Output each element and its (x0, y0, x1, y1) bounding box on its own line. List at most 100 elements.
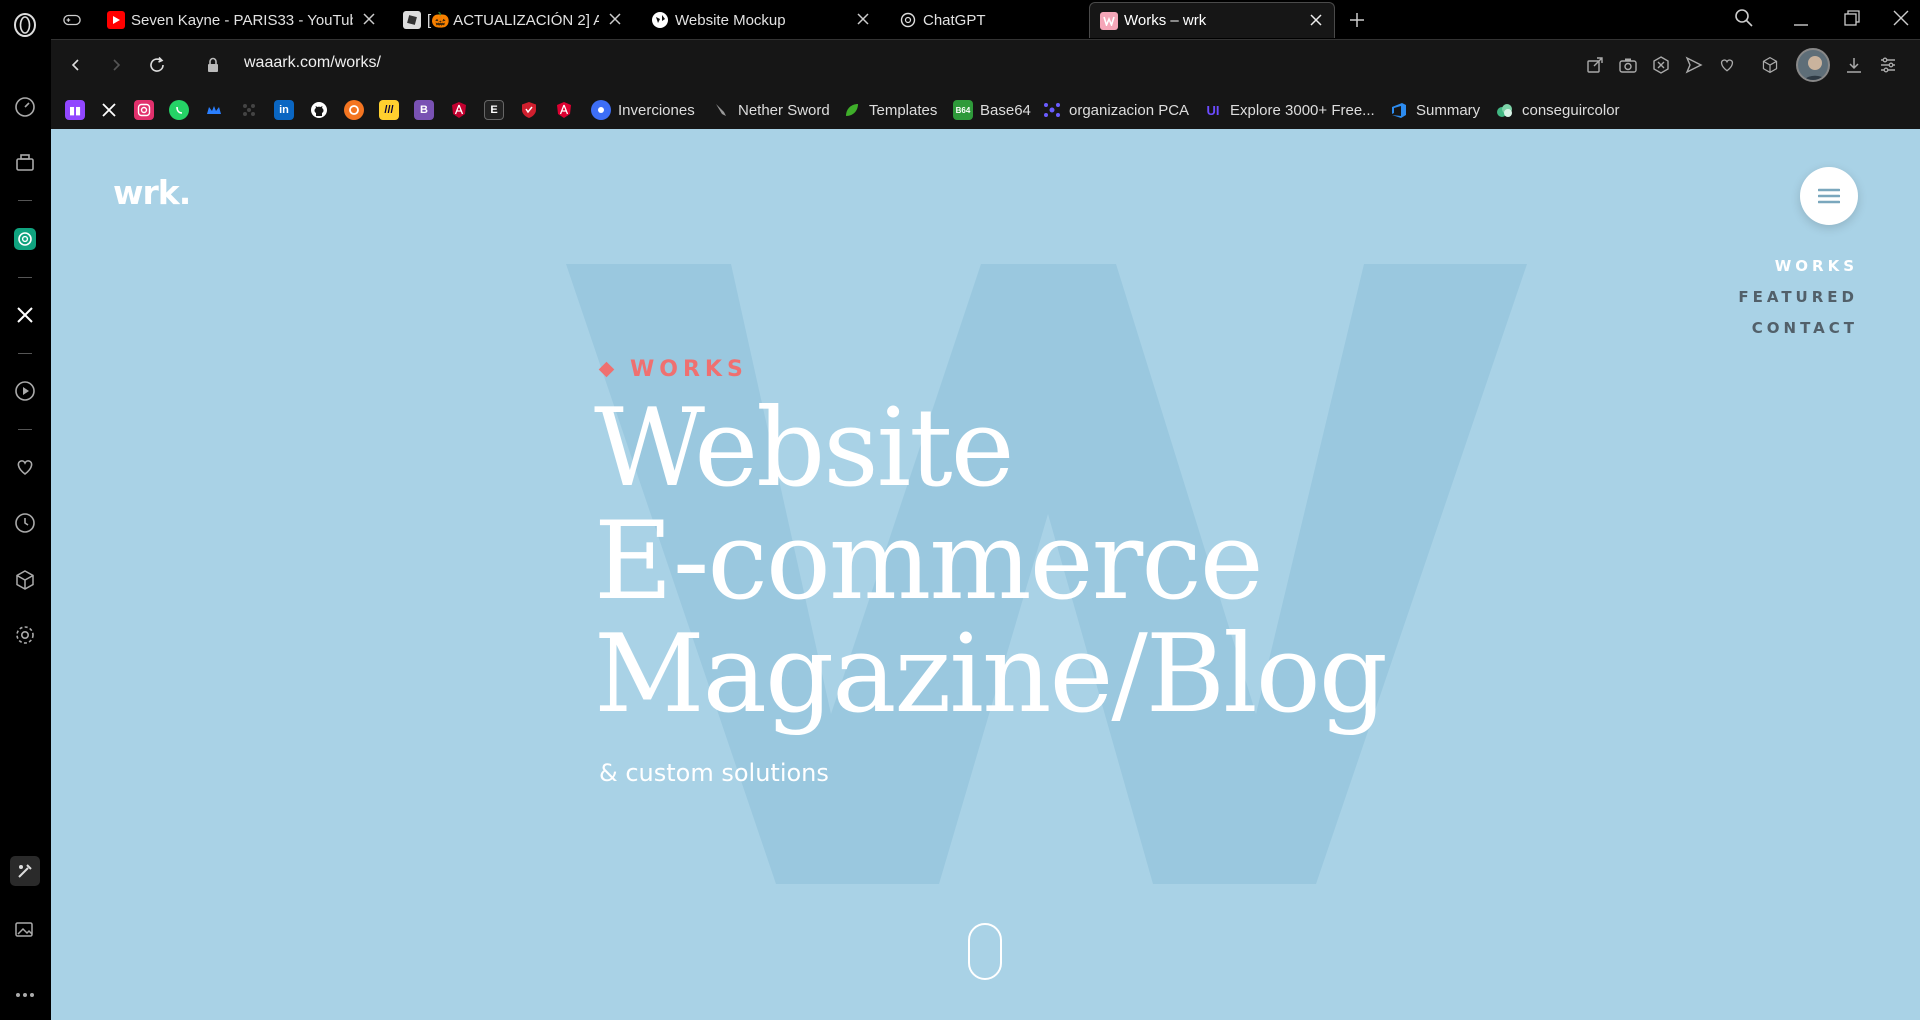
plus-icon (1350, 13, 1364, 27)
bookmark-miro[interactable]: /// (379, 99, 399, 121)
chatgpt-sidebar-icon[interactable] (12, 226, 38, 252)
leaf-icon (842, 100, 862, 120)
nav-featured[interactable]: FEATURED (1738, 288, 1858, 306)
camera-icon[interactable] (1617, 54, 1639, 76)
reload-icon (150, 56, 164, 72)
extensions-cube-icon[interactable] (12, 567, 38, 593)
lock-icon[interactable] (206, 57, 220, 73)
heart-icon[interactable] (12, 454, 38, 480)
roblox-icon (403, 11, 421, 29)
workspace-icon[interactable] (12, 150, 38, 176)
bookmark-nether-sword[interactable]: Nether Sword (711, 99, 830, 121)
gallery-icon[interactable] (12, 917, 38, 943)
back-button[interactable] (63, 52, 89, 78)
page-content: wrk. WORKS FEATURED CONTACT WORKS Websit… (51, 129, 1920, 1020)
bookmark-shield[interactable] (519, 99, 539, 121)
tab-website-mockup[interactable]: Website Mockup (641, 2, 881, 38)
bootstrap-icon: B (414, 100, 434, 120)
crown-icon (204, 100, 224, 120)
miro-icon: /// (379, 100, 399, 120)
download-icon[interactable] (1843, 54, 1865, 76)
section-eyebrow: WORKS (598, 357, 748, 382)
bookmark-angular[interactable] (554, 99, 574, 121)
bookmark-base64[interactable]: B64 Base64 (953, 99, 1031, 121)
sword-icon (711, 100, 731, 120)
bookmark-organizacion-pca[interactable]: organizacion PCA (1042, 99, 1189, 121)
extensions-icon[interactable] (1759, 54, 1781, 76)
headline-line: Website (594, 386, 1015, 511)
bookmark-label: Base64 (980, 101, 1031, 119)
bookmark-explore-3000[interactable]: UI Explore 3000+ Free... (1203, 99, 1375, 121)
send-icon[interactable] (1683, 54, 1705, 76)
forward-button[interactable] (103, 52, 129, 78)
bookmark-label: Templates (869, 101, 938, 119)
url-text[interactable]: waaark.com/works/ (244, 54, 381, 72)
nav-contact[interactable]: CONTACT (1738, 319, 1858, 337)
bookmark-angular-purple[interactable] (449, 99, 469, 121)
scroll-indicator[interactable] (968, 923, 1002, 980)
bookmark-linkedin[interactable]: in (274, 99, 294, 121)
player-icon[interactable] (12, 378, 38, 404)
tab-youtube[interactable]: Seven Kayne - PARIS33 - YouTube (97, 2, 387, 38)
more-dots-icon[interactable] (12, 982, 38, 1008)
tab-search-icon[interactable] (1734, 8, 1754, 28)
headline-line: E-commerce (594, 499, 1264, 624)
site-logo[interactable]: wrk. (113, 173, 191, 212)
ad-block-icon[interactable] (1650, 54, 1672, 76)
dots-icon (239, 100, 259, 120)
side-navigation: WORKS FEATURED CONTACT (1738, 257, 1858, 350)
angular-red-icon (554, 100, 574, 120)
bookmark-twitch[interactable]: ▮▮ (65, 99, 85, 121)
bookmark-instagram[interactable] (134, 99, 154, 121)
bookmark-crunchyroll[interactable] (344, 99, 364, 121)
bookmark-dots[interactable] (239, 99, 259, 121)
chatgpt-icon (899, 11, 917, 29)
nav-works[interactable]: WORKS (1738, 257, 1858, 275)
linkedin-icon: in (274, 100, 294, 120)
tools-icon[interactable] (10, 856, 40, 886)
tab-title: Seven Kayne - PARIS33 - YouTube (131, 11, 353, 29)
bookmark-github[interactable] (309, 99, 329, 121)
close-window-icon[interactable] (1892, 9, 1910, 27)
reload-button[interactable] (144, 52, 170, 78)
share-icon[interactable] (1584, 54, 1606, 76)
tab-title: ChatGPT (923, 11, 986, 29)
speed-dial-icon[interactable] (12, 94, 38, 120)
bookmark-notion[interactable]: E (484, 99, 504, 121)
x-sidebar-icon[interactable] (12, 302, 38, 328)
history-icon[interactable] (12, 510, 38, 536)
twitch-icon: ▮▮ (65, 100, 85, 120)
tab-works-wrk[interactable]: Works – wrk (1089, 2, 1335, 38)
close-tab-icon[interactable] (1308, 12, 1324, 28)
settings-gear-icon[interactable] (12, 622, 38, 648)
minimize-icon[interactable] (1792, 10, 1810, 28)
browser-sidebar (0, 0, 51, 1020)
bookmark-crown[interactable] (204, 99, 224, 121)
azure-devops-icon (1389, 100, 1409, 120)
back-arrow-icon (71, 59, 79, 71)
bookmark-conseguircolor[interactable]: conseguircolor (1495, 99, 1620, 121)
bookmark-bootstrap[interactable]: B (414, 99, 434, 121)
bookmark-templates[interactable]: Templates (842, 99, 937, 121)
bookmark-heart-icon[interactable] (1716, 54, 1738, 76)
tab-roblox[interactable]: [🎃 ACTUALIZACIÓN 2] Ataque (393, 2, 633, 38)
bookmark-label: Summary (1416, 101, 1481, 119)
profile-avatar[interactable] (1796, 48, 1830, 82)
bookmark-summary[interactable]: Summary (1389, 99, 1480, 121)
headline-line: Magazine/Blog (594, 612, 1388, 737)
hamburger-menu-button[interactable] (1800, 167, 1858, 225)
wrk-icon (1100, 11, 1118, 30)
bookmark-label: organizacion PCA (1069, 101, 1190, 119)
tab-search-gamepad[interactable] (53, 2, 93, 38)
bookmark-inverciones[interactable]: Inverciones (591, 99, 695, 121)
opera-logo-icon[interactable] (12, 12, 38, 38)
close-tab-icon[interactable] (361, 11, 377, 27)
bookmark-x[interactable] (99, 99, 119, 121)
easy-setup-icon[interactable] (1877, 54, 1899, 76)
close-tab-icon[interactable] (855, 11, 871, 27)
new-tab-button[interactable] (1339, 2, 1375, 38)
b64-icon: B64 (953, 100, 973, 120)
restore-icon[interactable] (1843, 9, 1861, 27)
bookmark-whatsapp[interactable] (169, 99, 189, 121)
close-tab-icon[interactable] (607, 11, 623, 27)
